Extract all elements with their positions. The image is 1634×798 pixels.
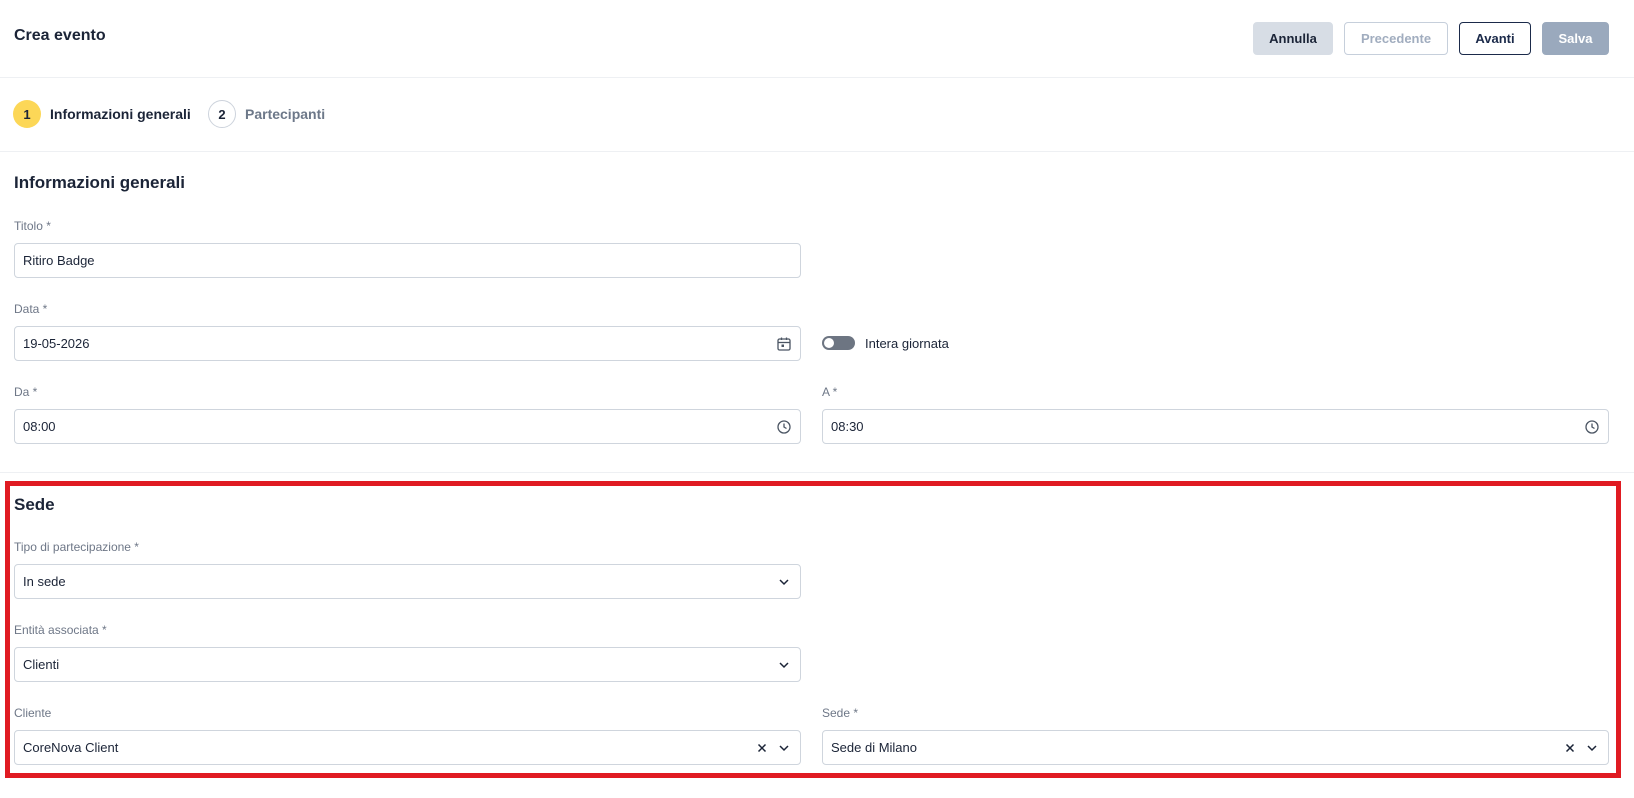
entita-associata-label: Entità associata * — [14, 623, 107, 637]
da-label: Da * — [14, 385, 38, 399]
sede-select[interactable]: Sede di Milano — [822, 730, 1609, 765]
section-title-sede: Sede — [14, 495, 55, 514]
titolo-input[interactable]: Ritiro Badge — [14, 243, 801, 278]
entita-associata-value: Clienti — [23, 657, 60, 672]
step-label: Partecipanti — [245, 106, 326, 122]
sede-label: Sede * — [822, 706, 859, 720]
step-partecipanti[interactable]: 2 Partecipanti — [208, 99, 325, 129]
chevron-down-icon[interactable] — [776, 657, 792, 673]
entita-associata-select[interactable]: Clienti — [14, 647, 801, 682]
a-label: A * — [822, 385, 838, 399]
cliente-label: Cliente — [14, 706, 52, 720]
previous-button[interactable]: Precedente — [1344, 22, 1448, 55]
a-value: 08:30 — [831, 419, 864, 434]
data-label: Data * — [14, 302, 48, 316]
clock-icon[interactable] — [776, 419, 792, 435]
clear-icon[interactable] — [1562, 740, 1578, 756]
a-input[interactable]: 08:30 — [822, 409, 1609, 444]
data-value: 19-05-2026 — [23, 336, 90, 351]
section-title-general: Informazioni generali — [14, 173, 185, 192]
step-number: 1 — [13, 100, 41, 128]
titolo-value: Ritiro Badge — [23, 253, 95, 268]
toggle-knob — [824, 338, 834, 348]
chevron-down-icon[interactable] — [776, 574, 792, 590]
calendar-icon[interactable] — [776, 336, 792, 352]
page-header: Crea evento Annulla Precedente Avanti Sa… — [0, 0, 1634, 78]
step-number: 2 — [208, 100, 236, 128]
save-button[interactable]: Salva — [1542, 22, 1609, 55]
cliente-select[interactable]: CoreNova Client — [14, 730, 801, 765]
step-label: Informazioni generali — [50, 106, 191, 122]
section-divider — [0, 472, 1634, 473]
chevron-down-icon[interactable] — [1584, 740, 1600, 756]
tipo-partecipazione-value: In sede — [23, 574, 66, 589]
data-input[interactable]: 19-05-2026 — [14, 326, 801, 361]
stepper: 1 Informazioni generali 2 Partecipanti — [0, 78, 1634, 152]
tipo-partecipazione-label: Tipo di partecipazione * — [14, 540, 139, 554]
clock-icon[interactable] — [1584, 419, 1600, 435]
chevron-down-icon[interactable] — [776, 740, 792, 756]
titolo-label: Titolo * — [14, 219, 51, 233]
toggle-switch[interactable] — [822, 336, 855, 350]
cancel-button[interactable]: Annulla — [1253, 22, 1333, 55]
page-title: Crea evento — [14, 27, 106, 44]
cliente-value: CoreNova Client — [23, 740, 119, 755]
tipo-partecipazione-select[interactable]: In sede — [14, 564, 801, 599]
da-input[interactable]: 08:00 — [14, 409, 801, 444]
next-button[interactable]: Avanti — [1459, 22, 1531, 55]
da-value: 08:00 — [23, 419, 56, 434]
clear-icon[interactable] — [754, 740, 770, 756]
intera-giornata-toggle[interactable]: Intera giornata — [822, 332, 949, 354]
step-informazioni-generali[interactable]: 1 Informazioni generali — [13, 99, 191, 129]
sede-value: Sede di Milano — [831, 740, 917, 755]
intera-giornata-label: Intera giornata — [865, 335, 949, 351]
